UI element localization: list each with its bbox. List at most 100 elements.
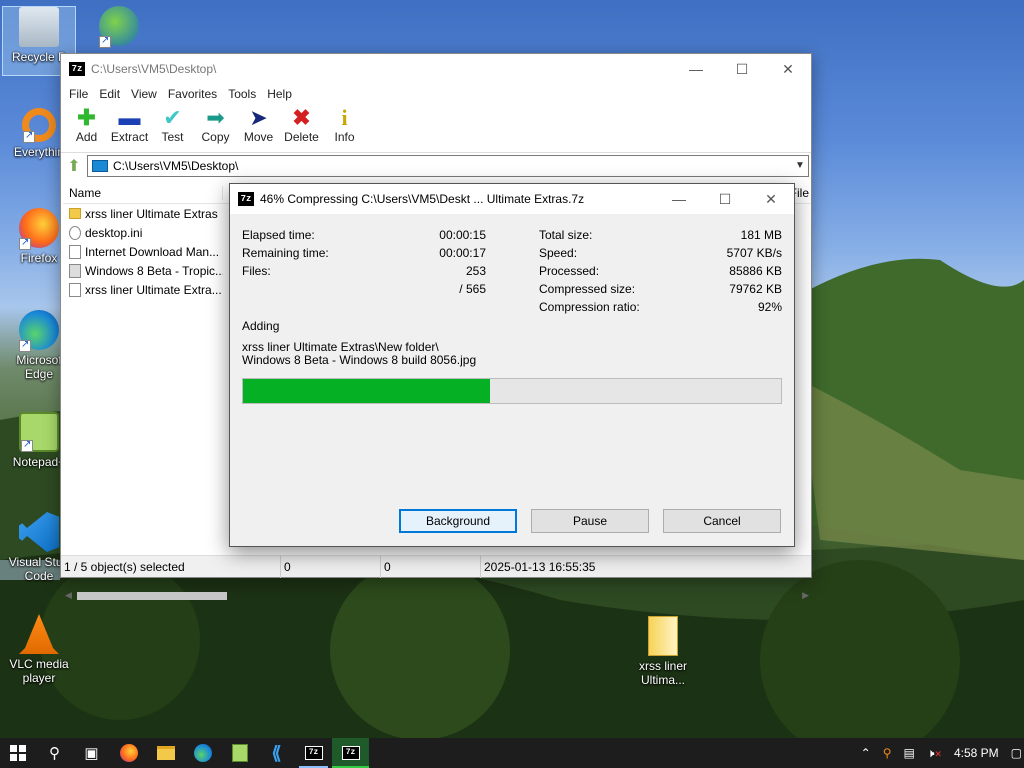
extract-button[interactable]: ▬ Extract: [108, 105, 151, 145]
horizontal-scrollbar[interactable]: ◀ ▶: [63, 588, 811, 604]
toolbar: ✚ Add ▬ Extract ✔ Test ➡ Copy ➤ Move ✖ Delete …: [61, 104, 811, 152]
taskbar-7zip-icon[interactable]: 7z: [295, 738, 332, 768]
maximize-icon[interactable]: ☐: [702, 184, 748, 214]
xrss-folder-desktop-icon[interactable]: xrss liner Ultima...: [626, 616, 700, 687]
check-icon: ✔: [163, 105, 182, 130]
list-item[interactable]: Internet Download Man...: [63, 242, 223, 261]
up-folder-icon[interactable]: ⬆: [61, 156, 87, 176]
processed-label: Processed:: [539, 264, 600, 278]
notification-icon[interactable]: ▢: [1009, 746, 1024, 760]
compression-ratio-value: 92%: [757, 300, 782, 314]
menu-favorites[interactable]: Favorites: [162, 87, 222, 101]
firefox-icon: [19, 208, 59, 250]
menu-view[interactable]: View: [125, 87, 162, 101]
elapsed-time-value: 00:00:15: [439, 228, 486, 242]
main-window-title: C:\Users\VM5\Desktop\: [91, 62, 217, 76]
compressing-progress-dialog[interactable]: 7z 46% Compressing C:\Users\VM5\Deskt ..…: [229, 183, 795, 547]
everything-tray-icon[interactable]: ⚲: [877, 746, 898, 760]
info-icon: i: [341, 105, 348, 130]
windows-logo-icon: [10, 745, 26, 761]
address-bar: ⬆ C:\Users\VM5\Desktop\ ▼: [61, 152, 811, 178]
current-file: Windows 8 Beta - Windows 8 build 8056.jp…: [242, 353, 477, 367]
network-icon[interactable]: ▤: [898, 746, 921, 760]
close-icon[interactable]: ✕: [748, 184, 794, 214]
minimize-icon[interactable]: —: [656, 184, 702, 214]
background-button[interactable]: Background: [399, 509, 517, 533]
list-item[interactable]: xrss liner Ultimate Extras: [63, 204, 223, 223]
folder-icon: [69, 208, 81, 219]
status-bar: 1 / 5 object(s) selected 0 0 2025-01-13 …: [61, 555, 811, 578]
info-button[interactable]: i Info: [323, 105, 366, 145]
cancel-button[interactable]: Cancel: [663, 509, 781, 533]
close-icon[interactable]: ✕: [765, 54, 811, 84]
7zip-app-icon: 7z: [69, 62, 85, 76]
copy-button[interactable]: ➡ Copy: [194, 105, 237, 145]
tool-label: Delete: [284, 130, 319, 144]
file-name: desktop.ini: [85, 225, 143, 240]
vscode-icon: [19, 512, 59, 552]
7zip-app-icon: 7z: [238, 192, 254, 206]
tool-label: Info: [334, 130, 355, 144]
vlc-desktop-icon[interactable]: VLC media player: [2, 614, 76, 685]
taskbar-file-explorer-icon[interactable]: [147, 738, 184, 768]
chevron-down-icon[interactable]: ▼: [792, 160, 808, 171]
scroll-right-icon[interactable]: ▶: [802, 590, 809, 601]
dialog-titlebar[interactable]: 7z 46% Compressing C:\Users\VM5\Deskt ..…: [230, 184, 794, 214]
recycle-bin-icon: [19, 7, 59, 47]
vlc-cone-icon: [19, 614, 59, 654]
pause-button[interactable]: Pause: [531, 509, 649, 533]
remaining-time-label: Remaining time:: [242, 246, 329, 260]
volume-muted-icon[interactable]: 🕨✕: [921, 746, 948, 761]
address-field[interactable]: C:\Users\VM5\Desktop\ ▼: [87, 154, 809, 177]
search-icon[interactable]: ⚲: [36, 738, 73, 768]
tool-label: Extract: [110, 130, 149, 144]
list-item[interactable]: desktop.ini: [63, 223, 223, 242]
idm-globe-icon: [99, 6, 139, 48]
start-button[interactable]: [0, 738, 36, 768]
menu-help[interactable]: Help: [261, 87, 297, 101]
taskbar-edge-icon[interactable]: [184, 738, 221, 768]
menu-file[interactable]: File: [63, 87, 93, 101]
scroll-left-icon[interactable]: ◀: [65, 590, 72, 601]
add-button[interactable]: ✚ Add: [65, 105, 108, 145]
taskbar-7zip-progress-icon[interactable]: 7z: [332, 738, 369, 768]
menu-edit[interactable]: Edit: [93, 87, 125, 101]
compressed-size-value: 79762 KB: [729, 282, 782, 296]
menu-tools[interactable]: Tools: [222, 87, 261, 101]
file-name: Windows 8 Beta - Tropic...: [85, 263, 223, 278]
minimize-icon[interactable]: —: [673, 54, 719, 84]
dialog-body: Elapsed time: 00:00:15 Remaining time: 0…: [230, 214, 794, 546]
column-name[interactable]: Name: [63, 185, 223, 200]
taskbar-vscode-icon[interactable]: ⟪: [258, 738, 295, 768]
menu-bar: File Edit View Favorites Tools Help: [61, 84, 811, 104]
files-value: 253: [465, 264, 486, 278]
file-name: xrss liner Ultimate Extra...: [85, 282, 222, 297]
progress-fill: [243, 379, 491, 403]
double-arrow-icon: ➡: [206, 105, 225, 130]
file-name: Internet Download Man...: [85, 244, 220, 259]
status-modified: 2025-01-13 16:55:35: [484, 559, 596, 574]
x-icon: ✖: [292, 105, 311, 130]
list-item[interactable]: xrss liner Ultimate Extra...: [63, 280, 223, 299]
image-file-icon: [69, 263, 81, 278]
plus-icon: ✚: [77, 105, 96, 130]
move-button[interactable]: ➤ Move: [237, 106, 280, 145]
maximize-icon[interactable]: ☐: [719, 54, 765, 84]
status-size: 0: [281, 555, 381, 578]
scroll-thumb[interactable]: [77, 592, 227, 600]
minus-icon: ▬: [118, 105, 141, 130]
desktop-icon-label: VLC media player: [9, 657, 69, 685]
taskbar-notepadpp-icon[interactable]: [221, 738, 258, 768]
task-view-icon[interactable]: ▣: [73, 738, 110, 768]
list-item[interactable]: Windows 8 Beta - Tropic...: [63, 261, 223, 280]
test-button[interactable]: ✔ Test: [151, 105, 194, 145]
clock[interactable]: 4:58 PM: [948, 746, 1009, 760]
delete-button[interactable]: ✖ Delete: [280, 105, 323, 145]
taskbar-firefox-icon[interactable]: [110, 738, 147, 768]
chevron-up-icon[interactable]: ⌃: [855, 746, 877, 760]
compressed-size-label: Compressed size:: [539, 282, 636, 296]
computer-icon: [92, 159, 108, 172]
status-selected: 1 / 5 object(s) selected: [61, 555, 281, 578]
tool-label: Move: [243, 130, 274, 144]
main-titlebar[interactable]: 7z C:\Users\VM5\Desktop\ — ☐ ✕: [61, 54, 811, 84]
